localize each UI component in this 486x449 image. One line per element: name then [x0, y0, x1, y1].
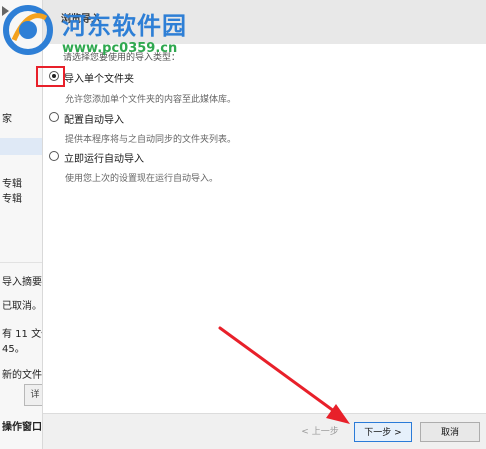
panel-divider	[0, 262, 42, 263]
panel-selected-row	[0, 138, 42, 155]
option-description: 允许您添加单个文件夹的内容至此媒体库。	[65, 95, 237, 105]
panel-text: 45。	[2, 344, 25, 355]
watermark-name: 河东软件园	[62, 12, 187, 40]
panel-text: 专辑	[2, 179, 22, 190]
panel-text: 已取消。	[2, 301, 42, 312]
radio-icon[interactable]	[49, 151, 59, 161]
option-description: 提供本程序将与之自动同步的文件夹列表。	[65, 135, 237, 145]
panel-text: 新的文件。	[2, 370, 42, 381]
panel-text: 操作窗口	[2, 422, 42, 433]
option-label: 配置自动导入	[64, 115, 124, 126]
panel-text: 有 11 文件	[2, 329, 42, 340]
previous-button[interactable]: < 上一步	[295, 422, 345, 442]
import-dialog: 浏览导入 请选择您要使用的导入类型： 导入单个文件夹 允许您添加单个文件夹的内容…	[43, 0, 486, 449]
panel-text: 专辑	[2, 194, 22, 205]
option-label: 导入单个文件夹	[64, 74, 134, 85]
panel-text: 导入摘要	[2, 277, 42, 288]
radio-icon[interactable]	[49, 112, 59, 122]
next-button[interactable]: 下一步 >	[354, 422, 412, 442]
panel-details-button[interactable]: 详	[24, 384, 42, 406]
watermark-url: www.pc0359.cn	[62, 41, 178, 56]
annotation-highlight-box	[36, 66, 65, 87]
option-label: 立即运行自动导入	[64, 154, 144, 165]
cancel-button[interactable]: 取消	[420, 422, 480, 442]
panel-text: 家	[2, 114, 12, 125]
option-description: 使用您上次的设置现在运行自动导入。	[65, 174, 219, 184]
watermark-logo-icon	[3, 5, 53, 55]
